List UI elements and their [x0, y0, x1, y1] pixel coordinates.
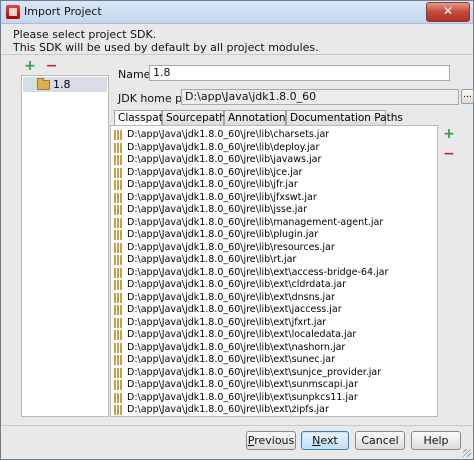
tab-annotations[interactable]: Annotations	[224, 110, 291, 125]
classpath-list[interactable]: D:\app\Java\jdk1.8.0_60\jre\lib\charsets…	[110, 125, 438, 417]
jar-library-icon	[114, 355, 122, 365]
title-bar[interactable]: Import Project ✕	[1, 1, 473, 24]
remove-path-icon[interactable]: −	[442, 147, 456, 162]
footer-divider	[1, 425, 473, 426]
intellij-app-icon	[6, 5, 20, 19]
browse-button[interactable]: ...	[461, 89, 474, 104]
jar-library-icon	[114, 167, 122, 178]
tab-sourcepath[interactable]: Sourcepath	[162, 110, 226, 125]
jar-library-icon	[114, 342, 122, 353]
jar-library-icon	[114, 317, 122, 328]
jar-library-icon	[114, 217, 122, 228]
jar-library-icon	[114, 392, 122, 403]
folder-icon	[37, 78, 50, 90]
jar-library-icon	[114, 267, 122, 278]
add-path-icon[interactable]: +	[442, 127, 456, 142]
jdk-home-path-field[interactable]: D:\app\Java\jdk1.8.0_60	[181, 89, 459, 105]
help-button[interactable]: Help	[411, 431, 461, 450]
classpath-toolbar: + −	[442, 127, 456, 168]
header-divider	[1, 54, 473, 55]
import-project-dialog: Import Project ✕ Please select project S…	[0, 0, 474, 460]
resize-grip-icon[interactable]	[463, 449, 471, 457]
jar-library-icon	[114, 292, 122, 303]
jar-library-icon	[114, 142, 122, 153]
cancel-button[interactable]: Cancel	[355, 431, 405, 450]
jar-library-icon	[114, 205, 122, 215]
jar-library-icon	[114, 280, 122, 290]
next-button[interactable]: Next	[301, 431, 349, 450]
sdk-list-item[interactable]: 1.8	[23, 77, 107, 92]
jar-library-icon	[114, 380, 122, 390]
jar-library-icon	[114, 230, 122, 240]
jar-library-icon	[114, 330, 122, 340]
sdk-name-field[interactable]: 1.8	[149, 65, 450, 81]
add-sdk-icon[interactable]: +	[23, 59, 37, 74]
window-title: Import Project	[24, 5, 102, 18]
jar-library-icon	[114, 242, 122, 253]
description-line-2: This SDK will be used by default by all …	[13, 41, 319, 54]
jar-library-icon	[114, 305, 122, 315]
jar-library-icon	[114, 255, 122, 265]
sdk-item-label: 1.8	[53, 78, 71, 91]
tab-classpath[interactable]: Classpath	[114, 110, 170, 126]
close-button[interactable]: ✕	[426, 2, 470, 22]
sdk-list[interactable]: 1.8	[21, 75, 109, 417]
jar-library-icon	[114, 405, 122, 415]
jar-library-icon	[114, 192, 122, 203]
sdk-toolbar: + −	[23, 59, 63, 74]
description-line-1: Please select project SDK.	[13, 28, 157, 41]
jar-library-icon	[114, 180, 122, 190]
jar-library-icon	[114, 155, 122, 165]
jar-library-icon	[114, 367, 122, 378]
tab-documentation-paths[interactable]: Documentation Paths	[286, 110, 403, 125]
remove-sdk-icon[interactable]: −	[45, 59, 59, 74]
previous-button[interactable]: Previous	[246, 431, 296, 450]
jar-library-icon	[114, 130, 122, 140]
